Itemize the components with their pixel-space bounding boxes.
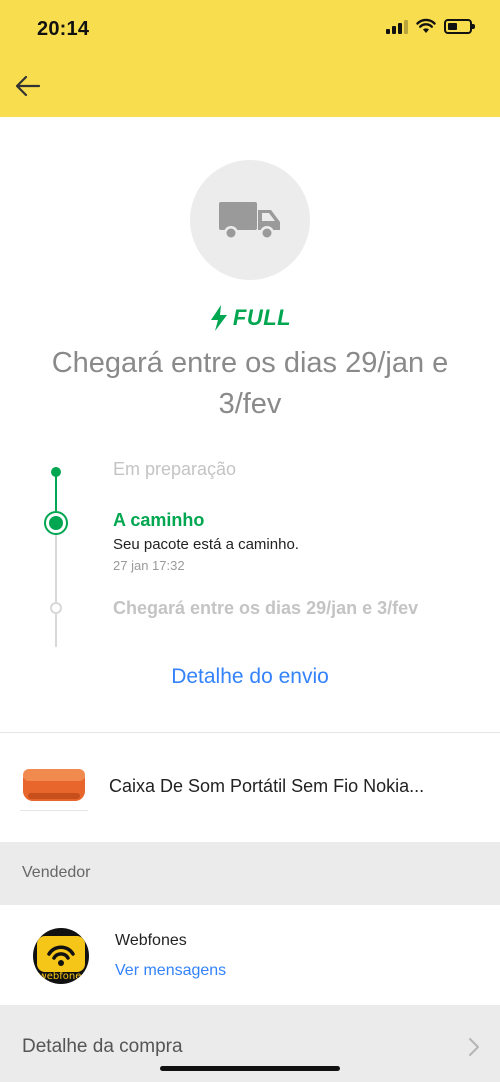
seller-logo-text: webfone <box>39 971 82 982</box>
purchase-detail-label: Detalhe da compra <box>22 1036 183 1057</box>
arrow-left-icon <box>15 75 41 97</box>
wifi-icon <box>416 18 436 33</box>
shipping-detail-link[interactable]: Detalhe do envio <box>0 665 500 689</box>
truck-icon <box>219 202 280 240</box>
timeline-dot-done <box>51 467 61 477</box>
seller-info: webfone Webfones Ver mensagens <box>0 906 500 1004</box>
timeline-step-in-transit: A caminho <box>113 510 205 530</box>
timeline-step-preparation: Em preparação <box>113 459 237 479</box>
full-badge: FULL <box>0 304 500 332</box>
timeline-connector-pending <box>55 532 57 647</box>
shipment-status-illustration <box>190 160 310 280</box>
seller-logo: webfone <box>37 936 85 982</box>
timeline-dot-pending <box>50 602 62 614</box>
speaker-product-image <box>23 769 85 801</box>
seller-section-label: Vendedor <box>22 864 91 881</box>
seller-section-header: Vendedor <box>0 842 500 905</box>
battery-icon <box>444 18 475 34</box>
avatar: webfone <box>33 928 89 984</box>
product-item[interactable]: Caixa De Som Portátil Sem Fio Nokia... <box>0 733 500 841</box>
delivery-estimate-headline: Chegará entre os dias 29/jan e 3/fev <box>51 347 449 420</box>
view-messages-link[interactable]: Ver mensagens <box>115 962 226 980</box>
product-thumbnail <box>20 763 88 811</box>
chevron-right-icon <box>469 1038 479 1056</box>
status-bar-time: 20:14 <box>37 18 90 40</box>
timeline-step-arrival: Chegará entre os dias 29/jan e 3/fev <box>113 598 419 618</box>
timeline-dot-current <box>44 511 68 535</box>
lightning-bolt-icon <box>210 305 227 331</box>
timeline-step-description: Seu pacote está a caminho. <box>113 536 299 553</box>
full-badge-label: FULL <box>232 305 292 330</box>
shipment-timeline: Em preparação A caminho Seu pacote está … <box>0 450 500 650</box>
cellular-signal-icon <box>386 18 408 34</box>
home-indicator[interactable] <box>160 1066 340 1071</box>
app-header: 20:14 <box>0 0 500 117</box>
timeline-step-timestamp: 27 jan 17:32 <box>113 558 185 573</box>
product-name: Caixa De Som Portátil Sem Fio Nokia... <box>109 776 425 796</box>
back-button[interactable] <box>12 70 44 102</box>
status-bar-icons <box>386 18 475 34</box>
seller-name: Webfones <box>115 932 187 949</box>
